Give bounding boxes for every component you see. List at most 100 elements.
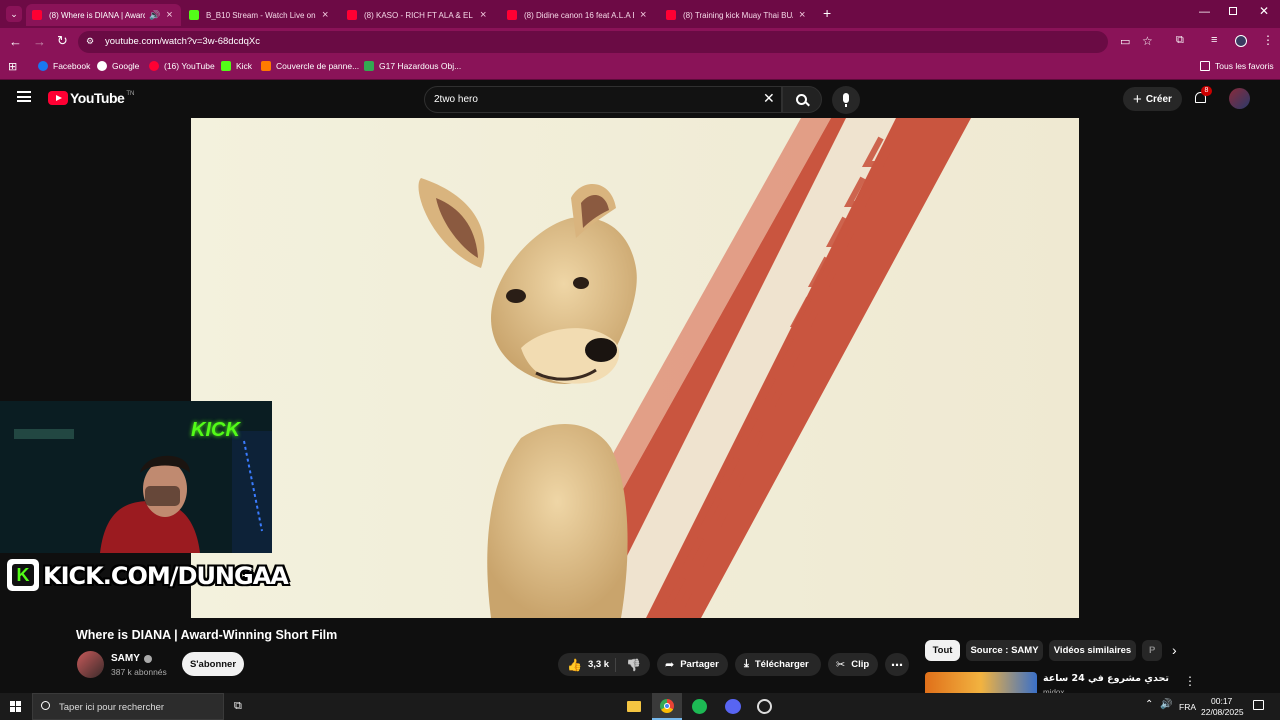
notification-badge: 8 [1201, 86, 1212, 96]
tab-title: (8) Training kick Muay Thai BUAKAW [683, 10, 793, 20]
clip-button[interactable]: ✂ Clip [828, 653, 878, 676]
clock-date[interactable]: 22/08/2025 [1201, 707, 1244, 717]
chip-all-label: Tout [932, 645, 953, 656]
create-button[interactable]: + Créer [1123, 87, 1182, 111]
back-arrow-icon[interactable]: ← [9, 34, 22, 49]
channel-name[interactable]: SAMY [111, 653, 152, 664]
clear-search-icon[interactable]: ✕ [763, 90, 775, 107]
download-button[interactable]: ⤓ Télécharger [735, 653, 821, 676]
task-view-icon[interactable]: ⧉ [234, 700, 242, 713]
chevron-right-icon[interactable]: › [1172, 642, 1177, 658]
chip-source-label: Source : SAMY [970, 645, 1039, 656]
tab-search-button[interactable]: ⌄ [6, 6, 22, 22]
subscribe-button[interactable]: S'abonner [182, 652, 244, 676]
related-video-thumbnail[interactable] [925, 672, 1037, 693]
close-tab-icon[interactable]: × [799, 9, 805, 21]
kick-logo-icon: K [7, 559, 39, 591]
google-icon [97, 61, 107, 71]
close-window-button[interactable]: ✕ [1259, 4, 1269, 18]
app-icon[interactable] [757, 699, 772, 714]
profile-avatar-icon[interactable] [1235, 35, 1247, 47]
related-video-title[interactable]: تحدي مشروع في 24 ساعة [1043, 673, 1169, 684]
cast-icon[interactable]: ▭ [1120, 35, 1130, 48]
close-tab-icon[interactable]: × [166, 9, 172, 21]
taskbar-search-placeholder: Taper ici pour rechercher [59, 702, 165, 713]
channel-avatar[interactable] [77, 651, 104, 678]
notification-center-icon[interactable] [1253, 700, 1264, 710]
omnibox[interactable]: ⚙ youtube.com/watch?v=3w-68dcdqXc ▭ ☆ [78, 31, 1153, 53]
video-player[interactable] [191, 118, 1079, 618]
volume-icon[interactable]: 🔊 [1160, 699, 1172, 710]
reload-icon[interactable]: ↻ [57, 33, 68, 49]
clock-time[interactable]: 00:17 [1211, 696, 1232, 706]
extensions-icon[interactable]: ⧉ [1176, 34, 1184, 47]
bookmark-star-icon[interactable]: ☆ [1142, 34, 1153, 48]
download-label: Télécharger [754, 659, 809, 670]
media-controls-icon[interactable]: ≡ [1211, 34, 1217, 46]
close-tab-icon[interactable]: × [322, 9, 328, 21]
tab-1[interactable]: B_B10 Stream - Watch Live on Kick × [183, 4, 338, 26]
plus-icon: + [1133, 90, 1142, 108]
kick-url-banner: K KICK.COM/DUNGAA [5, 558, 289, 592]
forward-arrow-icon[interactable]: → [33, 34, 46, 49]
windows-start-icon[interactable] [10, 701, 21, 712]
search-box[interactable]: 2two hero ✕ [424, 86, 782, 113]
chip-similar[interactable]: Vidéos similaires [1049, 640, 1136, 661]
taskbar-search[interactable]: Taper ici pour rechercher [32, 693, 224, 720]
video-title: Where is DIANA | Award-Winning Short Fil… [76, 628, 338, 642]
tab-title: (8) Where is DIANA | Award-Winning Short… [49, 10, 145, 20]
like-button[interactable]: 👍 3,3 k [558, 657, 616, 672]
more-actions-button[interactable]: ⋯ [885, 653, 909, 676]
tab-3[interactable]: (8) Didine canon 16 feat A.L.A Brr × [501, 4, 656, 26]
bookmark-item[interactable]: (16) YouTube [149, 61, 215, 71]
chip-source[interactable]: Source : SAMY [966, 640, 1043, 661]
bookmark-item[interactable]: Facebook [38, 61, 90, 71]
account-avatar[interactable] [1229, 88, 1250, 109]
dislike-button[interactable]: 👎 [616, 658, 641, 672]
tab-2[interactable]: (8) KASO - RICH FT ALA & EL CHAPO × [341, 4, 496, 26]
hamburger-menu-icon[interactable] [17, 91, 31, 102]
bookmarks-bar: ⊞ Facebook Google (16) YouTube Kick Couvercl… [0, 56, 1280, 80]
new-tab-button[interactable]: + [823, 5, 831, 21]
tab-0[interactable]: (8) Where is DIANA | Award-Winning Short… [26, 4, 181, 26]
tab-4[interactable]: (8) Training kick Muay Thai BUAKAW × [660, 4, 815, 26]
create-label: Créer [1145, 93, 1172, 105]
bookmark-label: Kick [236, 61, 253, 71]
bookmark-item[interactable]: Couvercle de panne... [261, 61, 359, 71]
bookmark-item[interactable]: G17 Hazardous Obj... [364, 61, 461, 71]
spotify-icon[interactable] [692, 699, 707, 714]
all-bookmarks-button[interactable]: Tous les favoris [1200, 61, 1274, 71]
youtube-logo[interactable]: YouTube TN [48, 90, 134, 106]
clip-label: Clip [851, 659, 870, 670]
file-explorer-icon[interactable] [627, 701, 641, 712]
url-text[interactable]: youtube.com/watch?v=3w-68dcdqXc [105, 36, 260, 47]
chrome-icon[interactable] [652, 693, 682, 720]
bookmark-label: Google [112, 61, 140, 71]
search-icon [41, 701, 50, 710]
language-indicator[interactable]: FRA [1179, 702, 1196, 712]
voice-search-button[interactable] [832, 86, 860, 114]
share-button[interactable]: ➦ Partager [657, 653, 728, 676]
chip-all[interactable]: Tout [925, 640, 960, 661]
chip-partial[interactable]: P [1142, 640, 1162, 661]
related-video-menu-icon[interactable]: ⋮ [1184, 674, 1196, 688]
close-tab-icon[interactable]: × [640, 9, 646, 21]
search-input[interactable]: 2two hero [434, 94, 478, 105]
discord-icon[interactable] [725, 699, 741, 714]
sheet-icon [364, 61, 374, 71]
facebook-icon [38, 61, 48, 71]
bookmark-item[interactable]: Google [97, 61, 139, 71]
search-button[interactable] [782, 86, 822, 113]
close-tab-icon[interactable]: × [480, 9, 486, 21]
apps-grid-icon[interactable]: ⊞ [8, 60, 17, 73]
browser-menu-icon[interactable]: ⋮ [1262, 33, 1274, 47]
tray-chevron-up-icon[interactable]: ⌃ [1145, 699, 1153, 710]
bookmark-item[interactable]: Kick [221, 61, 252, 71]
notifications-button[interactable]: 8 [1193, 86, 1212, 106]
restore-button[interactable] [1229, 7, 1237, 15]
minimize-button[interactable]: — [1199, 6, 1210, 18]
like-count: 3,3 k [587, 659, 610, 670]
site-info-icon[interactable]: ⚙ [86, 36, 94, 47]
verified-icon [143, 654, 152, 663]
audio-playing-icon[interactable]: 🔊 [149, 10, 160, 21]
